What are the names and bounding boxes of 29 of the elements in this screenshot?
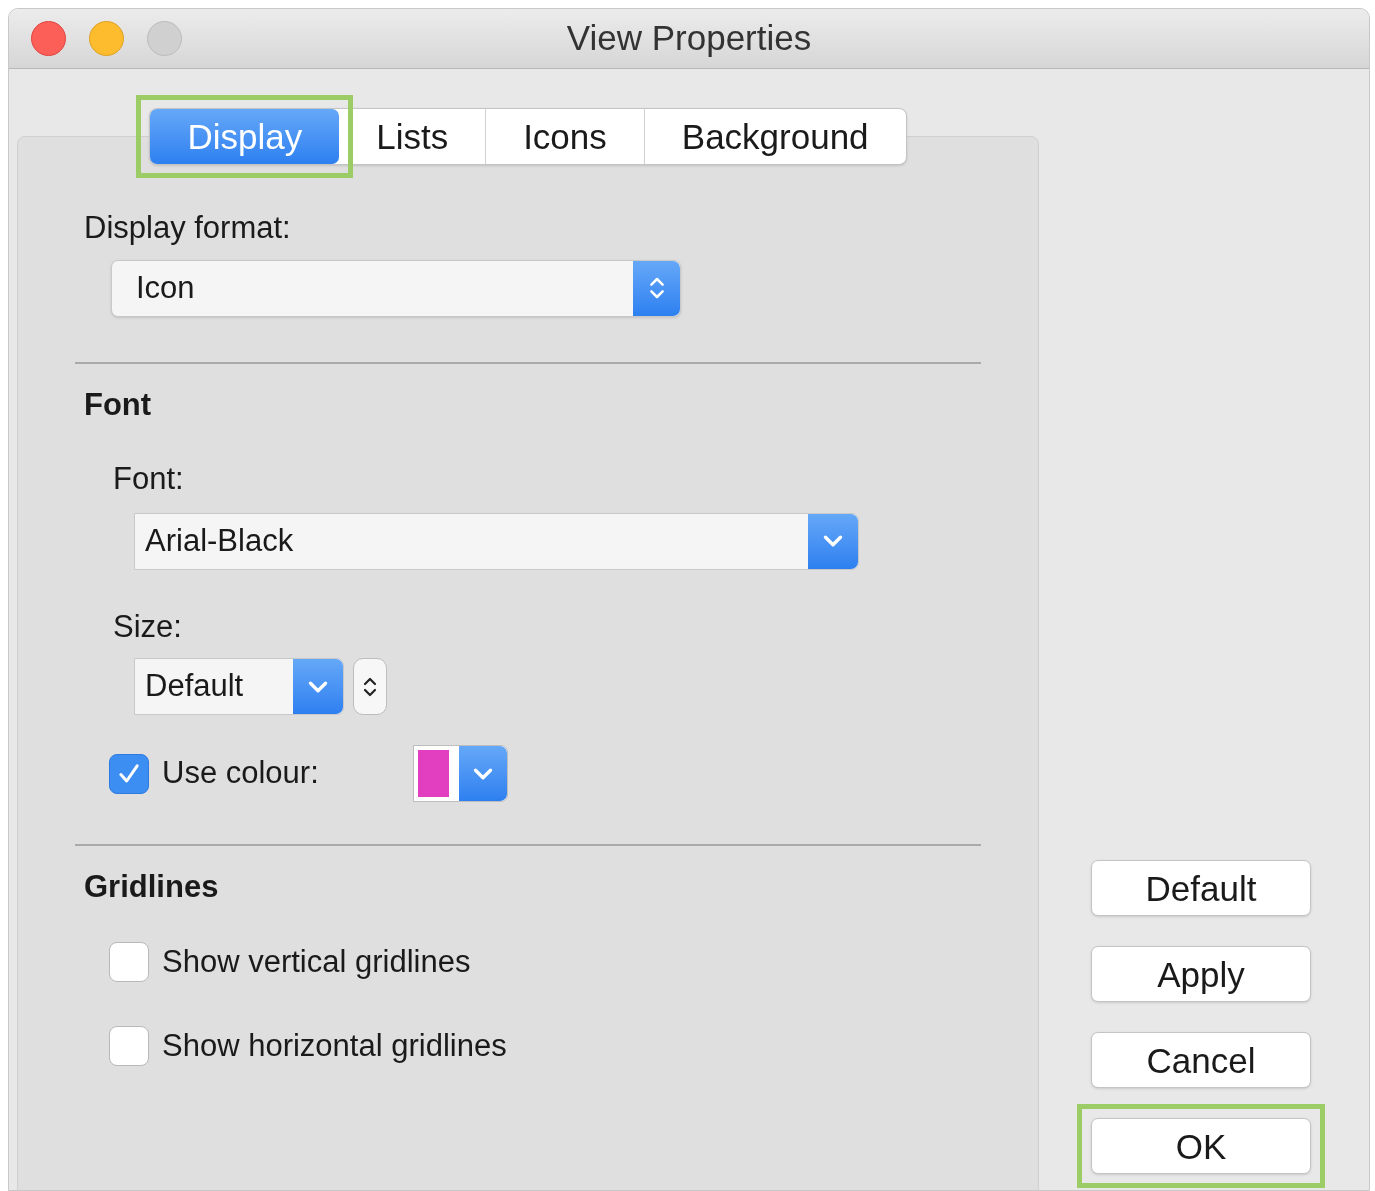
checkbox[interactable] [109, 1026, 149, 1067]
close-icon[interactable] [31, 21, 66, 56]
chevron-down-icon [308, 680, 328, 693]
checkbox-label: Show horizontal gridlines [162, 1027, 507, 1065]
checkbox-label: Use colour: [162, 754, 320, 793]
dialog-button[interactable]: Apply [1091, 946, 1311, 1002]
dialog-button[interactable]: Cancel [1091, 1032, 1311, 1088]
window-title: View Properties [566, 17, 812, 60]
checkbox-label: Show vertical gridlines [162, 942, 471, 981]
tab[interactable]: Background [643, 109, 906, 164]
dialog-button[interactable]: OK [1091, 1118, 1311, 1174]
tab[interactable]: Lists [339, 109, 486, 164]
field-label: Display format: [84, 209, 292, 247]
dialog-button[interactable]: Default [1091, 860, 1311, 916]
popup-button[interactable]: Icon [111, 259, 681, 317]
tab[interactable]: Icons [485, 109, 644, 164]
font-dropdown[interactable]: Arial-Black [134, 512, 859, 570]
stepper[interactable] [353, 658, 387, 715]
minimize-icon[interactable] [89, 21, 124, 56]
field-label: Size: [113, 607, 183, 646]
section-heading: Font [84, 385, 153, 424]
field-label: Font: [113, 460, 185, 498]
checkbox[interactable] [109, 941, 149, 982]
section-heading: Gridlines [84, 868, 220, 906]
chevron-down-icon [473, 767, 493, 780]
chevron-down-icon [823, 535, 843, 547]
size-dropdown[interactable]: Default [134, 658, 344, 715]
checkbox[interactable] [109, 753, 149, 794]
colour-well[interactable] [413, 745, 508, 802]
